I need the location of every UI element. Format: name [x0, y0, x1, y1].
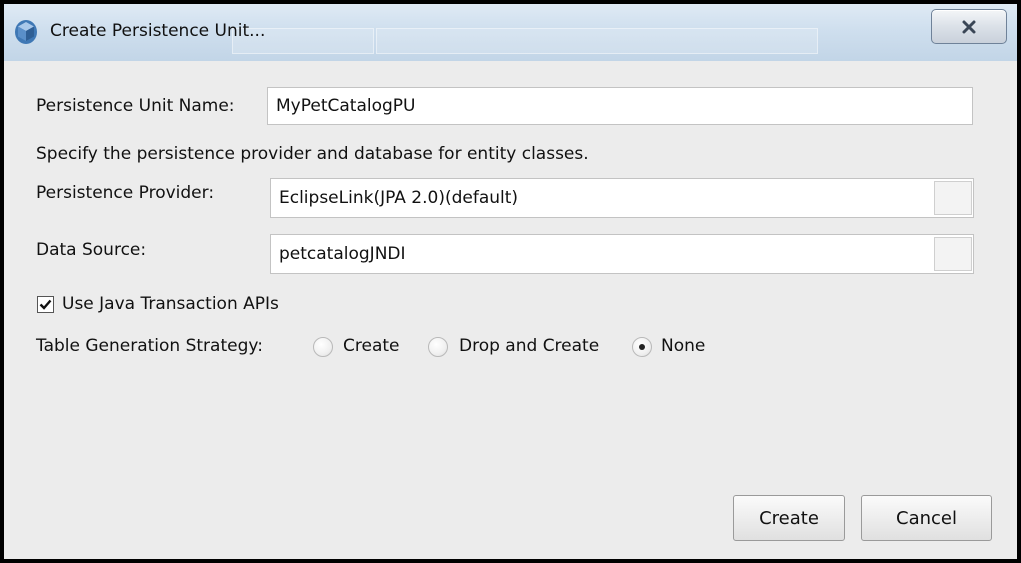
radio-none[interactable]: [632, 337, 652, 357]
dialog-content: Persistence Unit Name: MyPetCatalogPU Sp…: [4, 61, 1017, 559]
datasource-label: Data Source:: [36, 240, 147, 260]
provider-dropdown-button[interactable]: [934, 181, 972, 215]
radio-create-label[interactable]: Create: [343, 336, 400, 356]
unit-name-label: Persistence Unit Name:: [36, 96, 235, 116]
radio-selected-dot: [639, 344, 645, 350]
radio-drop-and-create-label[interactable]: Drop and Create: [459, 336, 599, 356]
strategy-label: Table Generation Strategy:: [36, 336, 263, 356]
provider-value: EclipseLink(JPA 2.0)(default): [279, 188, 519, 208]
jta-checkbox[interactable]: [37, 296, 54, 313]
radio-drop-and-create[interactable]: [428, 337, 448, 357]
unit-name-value: MyPetCatalogPU: [276, 96, 416, 116]
dialog-window: Create Persistence Unit... Persistence U…: [0, 0, 1021, 563]
datasource-select[interactable]: petcatalogJNDI: [270, 234, 974, 274]
title-bar[interactable]: Create Persistence Unit...: [4, 4, 1017, 62]
provider-select[interactable]: EclipseLink(JPA 2.0)(default): [270, 178, 974, 218]
radio-create[interactable]: [313, 337, 333, 357]
datasource-value: petcatalogJNDI: [279, 244, 406, 264]
provider-label: Persistence Provider:: [36, 183, 215, 203]
checkmark-icon: [39, 299, 52, 310]
datasource-dropdown-button[interactable]: [934, 237, 972, 271]
jta-label[interactable]: Use Java Transaction APIs: [62, 294, 279, 314]
description-text: Specify the persistence provider and dat…: [36, 144, 589, 164]
unit-name-input[interactable]: MyPetCatalogPU: [267, 87, 973, 125]
cancel-button[interactable]: Cancel: [861, 495, 992, 541]
window-title: Create Persistence Unit...: [50, 21, 266, 41]
close-button[interactable]: [931, 9, 1007, 44]
create-button[interactable]: Create: [733, 495, 845, 541]
radio-none-label[interactable]: None: [661, 336, 705, 356]
background-ghost: [376, 28, 818, 54]
close-icon: [962, 20, 976, 33]
cube-icon: [15, 20, 37, 44]
